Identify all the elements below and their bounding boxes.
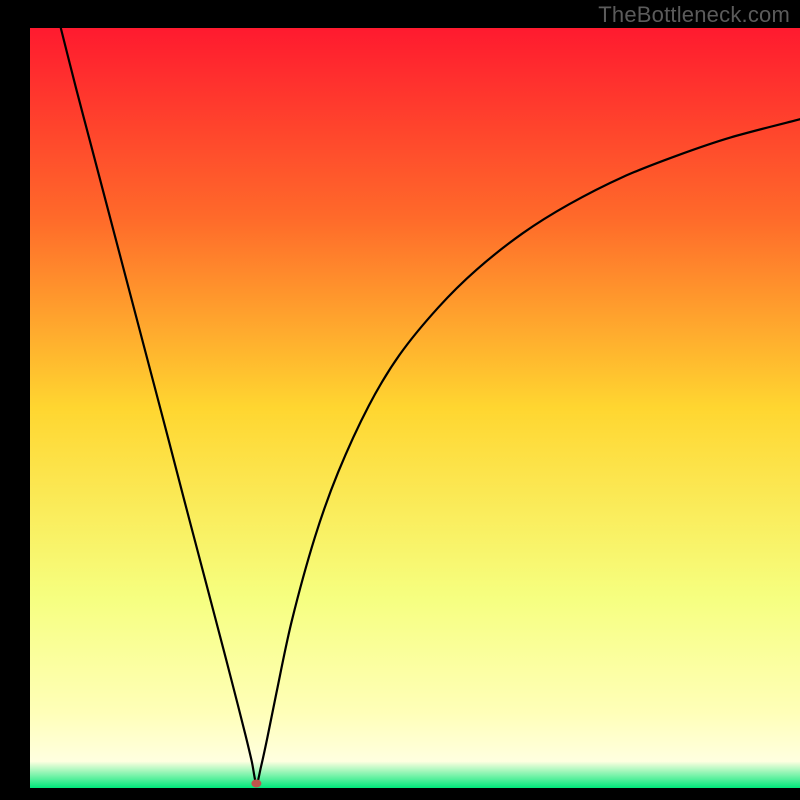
minimum-marker [251, 779, 261, 787]
bottleneck-chart [0, 0, 800, 800]
plot-area [30, 28, 800, 788]
chart-frame: TheBottleneck.com [0, 0, 800, 800]
